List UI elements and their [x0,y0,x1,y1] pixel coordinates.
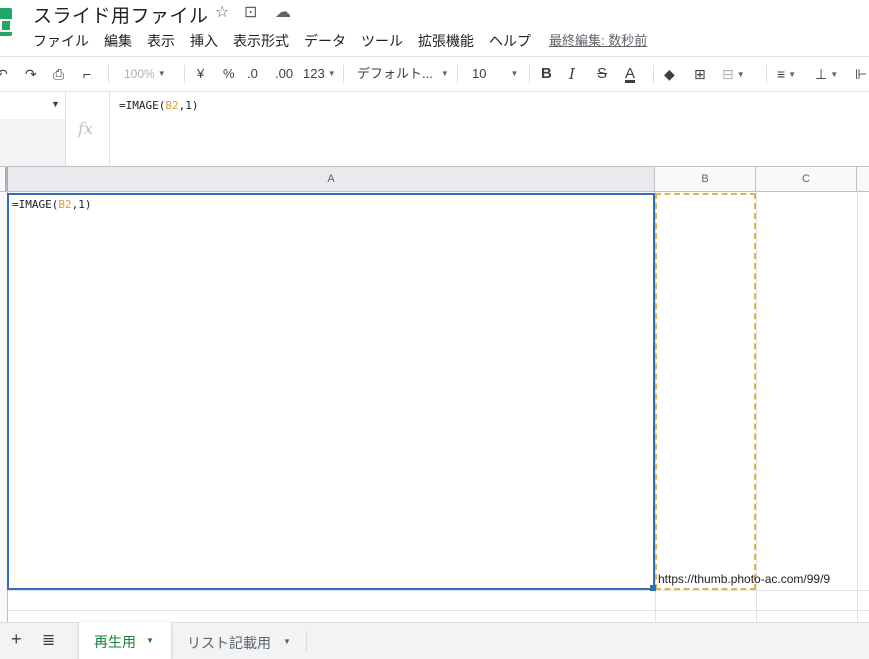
chevron-down-icon[interactable]: ▼ [283,637,291,646]
document-title[interactable]: スライド用ファイル [33,1,209,28]
toolbar: ↶ ↷ ⎙ ⌐ 100% ▼ ¥ % .0 .00 123 ▼ デフォルト... ▼ … [0,56,869,92]
number-format-label: 123 [303,66,325,81]
zoom-select[interactable]: 100% ▼ [124,57,166,91]
toolbar-divider [343,65,344,83]
text-wrap-icon[interactable]: ⊩ [855,57,867,91]
select-all-corner[interactable] [0,167,8,191]
chevron-down-icon: ▼ [736,70,745,79]
menu-insert[interactable]: 挿入 [190,31,218,51]
fx-icon: fx [78,119,93,138]
toolbar-divider [184,65,185,83]
sheet-tab-active[interactable]: 再生用 ▼ [79,622,171,659]
all-sheets-menu-icon[interactable]: ≣ [42,630,55,650]
column-gridline [857,192,858,622]
cloud-status-icon[interactable]: ☁ [275,2,291,22]
formula-input[interactable]: =IMAGE(B2,1) [119,99,198,112]
chevron-down-icon[interactable]: ▼ [51,99,60,109]
chevron-down-icon: ▼ [510,69,519,78]
increase-decimal-button[interactable]: .00 [275,57,293,91]
app-header: スライド用ファイル ☆ ⊡ ☁ ファイル 編集 表示 挿入 表示形式 データ ツ… [0,0,869,56]
add-sheet-icon[interactable]: + [11,629,22,650]
fill-color-icon[interactable]: ◆ [664,57,675,91]
cell-url-text[interactable]: https://thumb.photo-ac.com/99/9 [658,572,869,586]
font-size-value: 10 [472,66,487,81]
toolbar-divider [457,65,458,83]
sheets-logo-icon[interactable] [0,8,12,36]
cell-formula-reference: B2 [58,198,72,211]
menu-file[interactable]: ファイル [33,31,89,51]
redo-icon[interactable]: ↷ [25,57,37,91]
menu-edit[interactable]: 編集 [104,31,132,51]
font-label: デフォルト... [357,66,433,81]
strikethrough-button[interactable]: S [597,57,607,91]
referenced-cell-highlight [655,193,756,590]
spreadsheet-grid[interactable]: A B C =IMAGE(B2,1) https://thumb.photo-a… [0,167,869,622]
menu-tools[interactable]: ツール [361,31,403,51]
paint-format-icon[interactable]: ⌐ [83,57,91,91]
vertical-align-icon[interactable]: ⊥ ▼ [815,57,838,91]
decrease-decimal-button[interactable]: .0 [247,57,258,91]
cell-formula-suffix: ,1) [71,198,92,211]
chevron-down-icon[interactable]: ▼ [146,636,154,645]
fill-handle[interactable] [650,585,656,591]
row-gridline [8,610,869,611]
print-icon[interactable]: ⎙ [53,57,64,91]
menu-help[interactable]: ヘルプ [489,31,531,51]
menu-format[interactable]: 表示形式 [233,31,289,51]
zoom-value: 100% [124,67,155,81]
font-select[interactable]: デフォルト... ▼ [357,57,449,91]
name-box[interactable]: ▼ [0,92,66,166]
toolbar-divider [108,65,109,83]
percent-format-button[interactable]: % [223,57,235,91]
column-header-b[interactable]: B [655,167,756,191]
chevron-down-icon: ▼ [327,69,336,78]
horizontal-align-icon[interactable]: ≡ ▼ [777,57,796,91]
formula-bar: ▼ fx =IMAGE(B2,1) [0,92,869,167]
move-to-folder-icon[interactable]: ⊡ [244,2,257,22]
chevron-down-icon: ▼ [440,69,449,78]
chevron-down-icon: ▼ [830,70,839,79]
toolbar-divider [529,65,530,83]
menu-extensions[interactable]: 拡張機能 [418,31,474,51]
sheet-tab-bar: + ≣ 再生用 ▼ リスト記載用 ▼ [0,622,869,659]
star-icon[interactable]: ☆ [215,2,229,22]
last-edit-link[interactable]: 最終編集: 数秒前 [549,30,647,49]
formula-prefix: =IMAGE( [119,99,166,112]
formula-suffix: ,1) [178,99,199,112]
column-header-a[interactable]: A [8,167,655,191]
borders-icon[interactable]: ⊞ [694,57,706,91]
toolbar-divider [766,65,767,83]
column-gridline [756,192,757,622]
merge-cells-icon[interactable]: ⊟ ▼ [722,57,745,91]
font-size-select[interactable]: 10 ▼ [472,57,518,91]
menu-view[interactable]: 表示 [147,31,175,51]
number-format-select[interactable]: 123 ▼ [303,57,336,91]
bold-button[interactable]: B [541,57,552,91]
formula-divider [109,92,110,166]
text-color-button[interactable]: A [625,57,635,91]
sheet-tab-label: リスト記載用 [187,635,271,651]
menu-data[interactable]: データ [304,31,346,51]
currency-format-button[interactable]: ¥ [197,57,204,91]
cell-formula-text: =IMAGE(B2,1) [12,198,91,211]
chevron-down-icon: ▼ [788,70,797,79]
sheet-tab-label: 再生用 [94,634,136,650]
formula-cell-reference: B2 [165,99,179,112]
name-box-fill [0,119,65,166]
sheet-tab[interactable]: リスト記載用 ▼ [172,623,306,659]
active-cell-editor[interactable]: =IMAGE(B2,1) [7,193,656,591]
toolbar-divider [653,65,654,83]
row-gridline [8,590,869,591]
italic-button[interactable]: I [569,57,575,91]
menu-bar: ファイル 編集 表示 挿入 表示形式 データ ツール 拡張機能 ヘルプ [33,31,546,51]
column-header-c[interactable]: C [756,167,857,191]
tab-divider [306,631,307,651]
undo-icon[interactable]: ↶ [0,57,8,91]
cell-formula-prefix: =IMAGE( [12,198,59,211]
column-header-row: A B C [0,167,869,192]
chevron-down-icon: ▼ [157,69,166,78]
